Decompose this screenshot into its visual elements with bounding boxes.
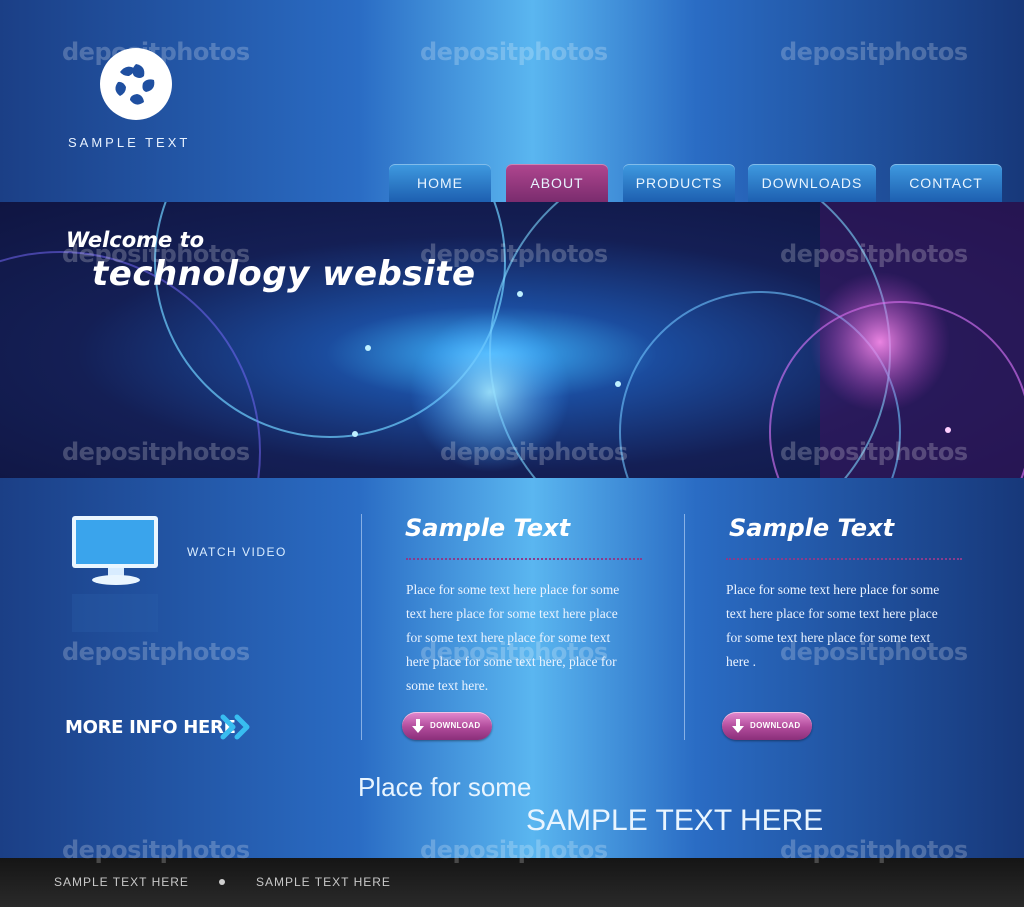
banner-welcome: Welcome to [66,228,205,252]
tagline-line-2: SAMPLE TEXT HERE [526,804,824,837]
logo-text: SAMPLE TEXT [68,135,191,150]
watch-video-link[interactable]: WATCH VIDEO [187,545,287,559]
column-divider [361,514,362,740]
download-arrow-icon [732,719,744,733]
download-arrow-icon [412,719,424,733]
banner-title: technology website [92,254,476,294]
watermark: depositphotos [420,38,608,66]
download-button[interactable]: DOWNLOAD [722,712,812,740]
nav-products[interactable]: PRODUCTS [623,164,735,202]
download-button[interactable]: DOWNLOAD [402,712,492,740]
column-2-body: Place for some text here place for some … [726,582,940,669]
column-1-title: Sample Text [405,514,571,542]
nav-contact[interactable]: CONTACT [890,164,1002,202]
nav-downloads[interactable]: DOWNLOADS [748,164,876,202]
footer-link[interactable]: SAMPLE TEXT HERE [54,875,189,889]
footer: SAMPLE TEXT HERE SAMPLE TEXT HERE [0,858,1024,907]
download-button-label: DOWNLOAD [750,721,801,730]
nav-about[interactable]: ABOUT [506,164,608,202]
more-info-link[interactable]: MORE INFO HERE [65,717,236,738]
column-1-body: Place for some text here place for some … [406,582,620,693]
monitor-icon[interactable] [70,514,162,634]
logo-icon[interactable] [96,44,176,124]
column-1-separator [406,558,642,560]
watermark: depositphotos [62,638,250,666]
double-chevron-right-icon[interactable] [220,712,256,742]
footer-link[interactable]: SAMPLE TEXT HERE [256,875,391,889]
tagline-line-1: Place for some [358,772,532,802]
column-divider [684,514,685,740]
footer-separator-dot [219,879,225,885]
hero-banner: Welcome to technology website [0,202,1024,478]
nav-home[interactable]: HOME [389,164,491,202]
column-2-title: Sample Text [729,514,895,542]
column-2-separator [726,558,962,560]
download-button-label: DOWNLOAD [430,721,481,730]
watermark: depositphotos [780,38,968,66]
